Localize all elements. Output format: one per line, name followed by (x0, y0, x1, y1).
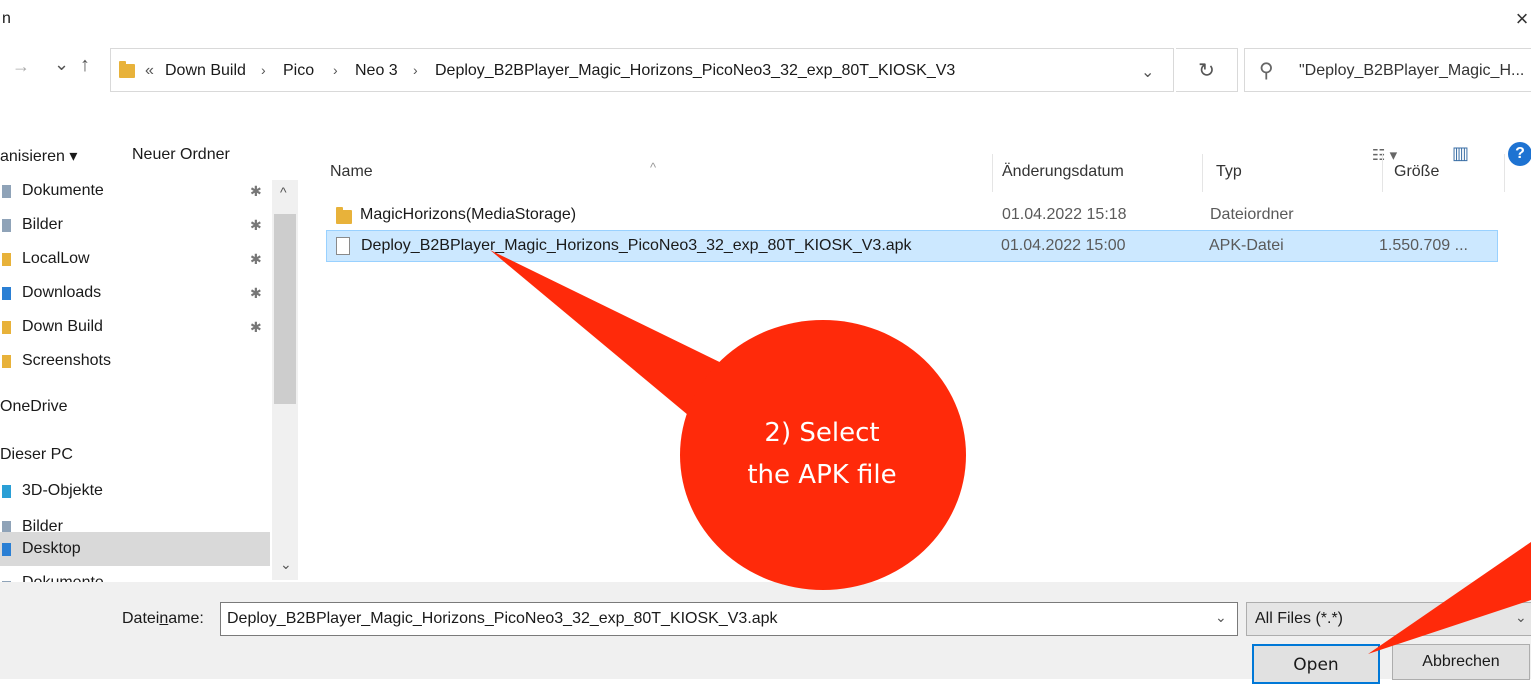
callout-text: 2) Select the APK file (680, 412, 964, 496)
callout-line-2: the APK file (747, 460, 897, 490)
callout-arrow-open (1368, 542, 1531, 654)
callout-line-1: 2) Select (764, 418, 880, 448)
annotation-overlay (490, 250, 1531, 654)
